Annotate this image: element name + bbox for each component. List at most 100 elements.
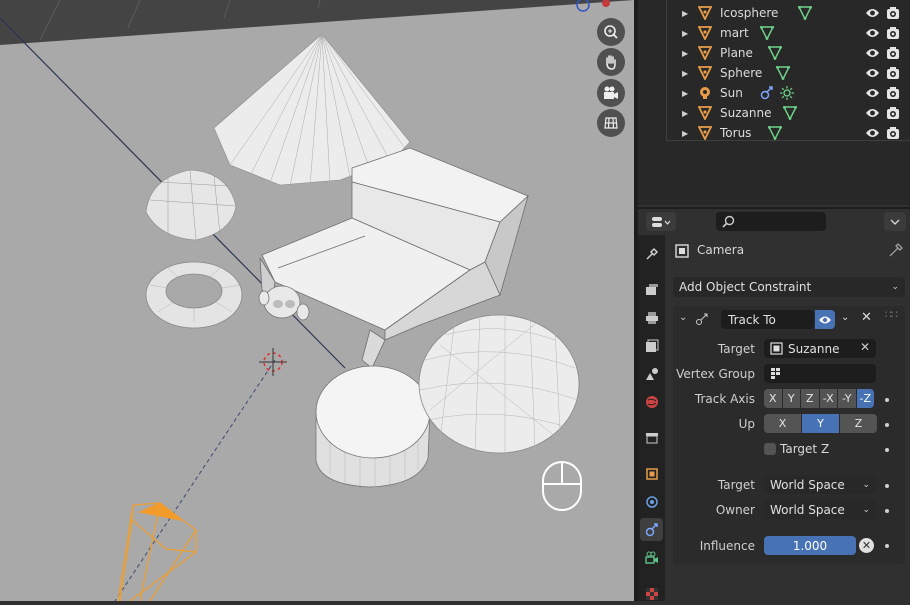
mesh-object-icon [698, 106, 712, 120]
constraint-menu-chevron-icon[interactable]: ⌄ [841, 312, 849, 323]
3d-cursor [259, 348, 287, 376]
close-icon[interactable]: ✕ [861, 310, 872, 325]
influence-value: 1.000 [792, 538, 828, 553]
keyframe-dot[interactable] [885, 398, 889, 402]
editor-type-button[interactable] [646, 212, 676, 231]
track-axis-neg-x[interactable]: -X [819, 389, 837, 408]
vertex-group-icon [771, 368, 780, 379]
constraint-tab-icon[interactable] [640, 518, 663, 541]
vertex-group-field[interactable] [764, 364, 876, 383]
outliner-item-label: mart [720, 26, 749, 40]
collapse-chevron-icon[interactable]: ⌄ [679, 312, 687, 323]
eye-icon[interactable] [865, 87, 880, 99]
chevron-down-icon[interactable] [884, 212, 906, 231]
camera-render-icon[interactable] [886, 26, 900, 40]
keyframe-dot[interactable] [885, 423, 889, 427]
disable-keep-icon[interactable]: ✕ [859, 538, 874, 553]
eye-icon[interactable] [865, 27, 880, 39]
camera-render-icon[interactable] [886, 126, 900, 140]
up-axis-y[interactable]: Y [802, 414, 839, 433]
scene-tab-icon[interactable] [640, 362, 663, 385]
constraint-name-input[interactable]: Track To [721, 310, 814, 329]
track-axis-neg-y[interactable]: -Y [838, 389, 856, 408]
expand-triangle-icon[interactable]: ▶ [682, 89, 688, 98]
drag-handle-icon[interactable]: ∷∷ [885, 308, 898, 321]
outliner[interactable]: ▶ Icosphere ▶ mart ▶ Plane ▶ Sphere ▶ Sun ▶ Suzanne… [638, 0, 910, 205]
object-tab-icon[interactable] [640, 462, 663, 485]
eye-icon[interactable] [865, 107, 880, 119]
expand-triangle-icon[interactable]: ▶ [682, 49, 688, 58]
influence-label: Influence [699, 539, 755, 553]
grid-ortho-icon[interactable] [597, 109, 625, 137]
camera-render-icon[interactable] [886, 46, 900, 60]
add-object-constraint-dropdown[interactable]: Add Object Constraint ⌄ [673, 277, 905, 297]
view-layer-tab-icon[interactable] [640, 334, 663, 357]
track-axis-selector: X Y Z -X -Y -Z [764, 389, 874, 408]
eye-icon[interactable] [865, 47, 880, 59]
outliner-item-label: Sphere [720, 66, 763, 80]
target-z-checkbox[interactable] [764, 443, 776, 455]
pin-icon[interactable] [889, 243, 903, 257]
expand-triangle-icon[interactable]: ▶ [682, 9, 688, 18]
camera-view-icon[interactable] [597, 79, 625, 107]
outliner-item-suzanne[interactable]: ▶ Suzanne [638, 103, 910, 123]
data-camera-tab-icon[interactable] [640, 546, 663, 569]
camera-render-icon[interactable] [886, 106, 900, 120]
zoom-icon[interactable] [597, 18, 625, 46]
outliner-item-sun[interactable]: ▶ Sun [638, 83, 910, 103]
chevron-down-icon: ⌄ [891, 282, 899, 292]
target-field[interactable]: Suzanne ✕ [764, 339, 876, 358]
expand-triangle-icon[interactable]: ▶ [682, 29, 688, 38]
eye-icon[interactable] [865, 67, 880, 79]
expand-triangle-icon[interactable]: ▶ [682, 69, 688, 78]
outliner-item-sphere[interactable]: ▶ Sphere [638, 63, 910, 83]
camera-render-icon[interactable] [886, 6, 900, 20]
track-axis-neg-z[interactable]: -Z [856, 389, 874, 408]
track-to-constraint-icon [696, 313, 708, 325]
eye-icon[interactable] [815, 310, 835, 329]
sphere-mesh [418, 314, 580, 454]
keyframe-dot[interactable] [885, 484, 889, 488]
properties-editor: Camera Add Object Constraint ⌄ ⌄ Track T… [665, 235, 910, 601]
expand-triangle-icon[interactable]: ▶ [682, 109, 688, 118]
hand-pan-icon[interactable] [597, 48, 625, 76]
render-tab-icon[interactable] [640, 278, 663, 301]
track-axis-z[interactable]: Z [801, 389, 819, 408]
eye-icon[interactable] [865, 127, 880, 139]
world-tab-icon[interactable] [640, 390, 663, 413]
add-constraint-label: Add Object Constraint [679, 280, 812, 294]
camera-track-line [114, 359, 276, 601]
tool-tab-icon[interactable] [640, 242, 663, 265]
keyframe-dot[interactable] [885, 544, 889, 548]
outliner-item-icosphere[interactable]: ▶ Icosphere [638, 3, 910, 23]
camera-object [117, 502, 197, 601]
mesh-object-icon [698, 26, 712, 40]
texture-tab-icon[interactable] [640, 582, 663, 605]
outliner-item-label: Plane [720, 46, 753, 60]
chevron-down-icon: ⌄ [862, 479, 870, 490]
eye-icon[interactable] [865, 7, 880, 19]
keyframe-dot[interactable] [885, 509, 889, 513]
collection-tab-icon[interactable] [640, 426, 663, 449]
output-tab-icon[interactable] [640, 306, 663, 329]
owner-space-dropdown[interactable]: World Space ⌄ [764, 500, 876, 519]
mesh-object-icon [698, 66, 712, 80]
camera-render-icon[interactable] [886, 66, 900, 80]
track-axis-y[interactable]: Y [782, 389, 800, 408]
up-axis-x[interactable]: X [764, 414, 801, 433]
clear-icon[interactable]: ✕ [860, 340, 870, 354]
3d-viewport[interactable] [0, 0, 634, 601]
properties-search-input[interactable] [716, 212, 826, 231]
keyframe-dot[interactable] [885, 448, 889, 452]
outliner-item-mart[interactable]: ▶ mart [638, 23, 910, 43]
expand-triangle-icon[interactable]: ▶ [682, 129, 688, 138]
scene-canvas[interactable] [0, 0, 634, 601]
target-space-dropdown[interactable]: World Space ⌄ [764, 475, 876, 494]
track-axis-x[interactable]: X [764, 389, 782, 408]
physics-tab-icon[interactable] [640, 490, 663, 513]
camera-render-icon[interactable] [886, 86, 900, 100]
outliner-item-label: Sun [720, 86, 743, 100]
influence-slider[interactable]: 1.000 [764, 536, 856, 555]
outliner-item-plane[interactable]: ▶ Plane [638, 43, 910, 63]
up-axis-z[interactable]: Z [840, 414, 877, 433]
